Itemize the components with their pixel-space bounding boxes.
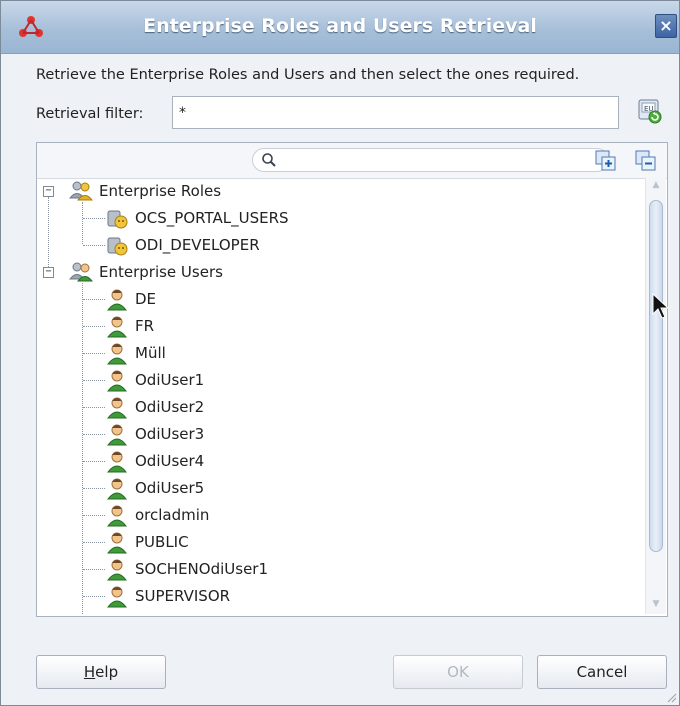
roles-group-icon	[69, 181, 93, 201]
scroll-thumb[interactable]	[649, 200, 663, 552]
tree-node-user[interactable]: OdiUser4	[37, 448, 637, 475]
expand-all-icon[interactable]	[595, 150, 617, 172]
title-bar[interactable]: Enterprise Roles and Users Retrieval ×	[1, 1, 679, 54]
cancel-button-label: Cancel	[576, 663, 628, 681]
scroll-up-icon[interactable]: ▲	[650, 181, 662, 190]
tree-node-label: Enterprise Users	[99, 263, 223, 281]
tree-node-role[interactable]: ODI_DEVELOPER	[37, 232, 637, 259]
vertical-scrollbar[interactable]: ▲ ▼	[645, 178, 666, 614]
tree-node-user[interactable]: SOCHENOdiUser1	[37, 556, 637, 583]
roles-users-tree: − Enterprise Roles OCS_PORTAL_USERS ODI_…	[37, 178, 645, 614]
tree-node-user[interactable]: Müll	[37, 340, 637, 367]
user-icon	[106, 478, 128, 500]
tree-node-role[interactable]: OCS_PORTAL_USERS	[37, 205, 637, 232]
dialog-title: Enterprise Roles and Users Retrieval	[143, 15, 537, 37]
tree-node-user[interactable]: DE	[37, 286, 637, 313]
tree-node-enterprise-users[interactable]: − Enterprise Users	[37, 259, 637, 286]
tree-node-user[interactable]: OdiUser3	[37, 421, 637, 448]
user-icon	[106, 505, 128, 527]
tree-node-label: PUBLIC	[135, 533, 189, 551]
retrieval-filter-input[interactable]	[172, 96, 619, 129]
ok-button[interactable]: OK	[393, 655, 523, 689]
scroll-down-icon[interactable]: ▼	[650, 600, 662, 609]
tree-node-label: Enterprise Roles	[99, 182, 222, 200]
tree-node-label: OCS_PORTAL_USERS	[135, 209, 289, 227]
user-icon	[106, 532, 128, 554]
collapse-toggle-icon[interactable]: −	[43, 267, 54, 278]
tree-node-user[interactable]: OdiUser2	[37, 394, 637, 421]
close-icon: ×	[659, 16, 673, 35]
user-icon	[106, 424, 128, 446]
role-icon	[107, 210, 128, 229]
users-group-icon	[69, 262, 93, 282]
tree-node-label: Müll	[135, 344, 166, 362]
user-icon	[106, 451, 128, 473]
retrieval-filter-label: Retrieval filter:	[36, 106, 144, 122]
tree-node-user[interactable]: OdiUser1	[37, 367, 637, 394]
user-icon	[106, 370, 128, 392]
user-icon	[106, 397, 128, 419]
collapse-all-icon[interactable]	[635, 150, 657, 172]
tree-node-user[interactable]: OdiUser5	[37, 475, 637, 502]
retrieval-dialog: Enterprise Roles and Users Retrieval × R…	[0, 0, 680, 706]
tree-node-label: OdiUser4	[135, 452, 205, 470]
ok-button-label: OK	[447, 663, 469, 681]
tree-panel: − Enterprise Roles OCS_PORTAL_USERS ODI_…	[36, 142, 668, 617]
tree-node-label: SOCHENOdiUser1	[135, 560, 269, 578]
cancel-button[interactable]: Cancel	[537, 655, 667, 689]
tree-node-label: FR	[135, 317, 155, 335]
collapse-toggle-icon[interactable]: −	[43, 186, 54, 197]
user-icon	[106, 586, 128, 608]
tree-node-label: ODI_DEVELOPER	[135, 236, 260, 254]
tree-node-user[interactable]: FR	[37, 313, 637, 340]
user-icon	[106, 559, 128, 581]
search-icon	[262, 153, 276, 167]
role-icon	[107, 237, 128, 256]
tree-node-label: DE	[135, 290, 157, 308]
tree-node-label: SUPERVISOR	[135, 587, 231, 605]
tree-node-user[interactable]: PUBLIC	[37, 529, 637, 556]
resize-grip-icon[interactable]	[665, 691, 677, 703]
tree-node-enterprise-roles[interactable]: − Enterprise Roles	[37, 178, 637, 205]
tree-node-label: OdiUser3	[135, 425, 205, 443]
help-button-label: Help	[83, 663, 119, 681]
tree-toolbar	[37, 143, 667, 179]
tree-node-label: orcladmin	[135, 506, 210, 524]
tree-node-user[interactable]: orcladmin	[37, 502, 637, 529]
tree-node-user[interactable]: SUPERVISOR	[37, 583, 637, 610]
instruction-text: Retrieve the Enterprise Roles and Users …	[36, 67, 580, 83]
user-icon	[106, 289, 128, 311]
retrieve-icon[interactable]: EU	[637, 97, 663, 125]
user-icon	[106, 316, 128, 338]
mouse-cursor-icon	[652, 292, 670, 319]
tree-node-label: OdiUser2	[135, 398, 205, 416]
close-button[interactable]: ×	[655, 14, 677, 38]
tree-node-label: OdiUser5	[135, 479, 205, 497]
tree-node-label: OdiUser1	[135, 371, 205, 389]
help-button[interactable]: Help	[36, 655, 166, 689]
user-icon	[106, 343, 128, 365]
search-field[interactable]	[252, 148, 609, 172]
